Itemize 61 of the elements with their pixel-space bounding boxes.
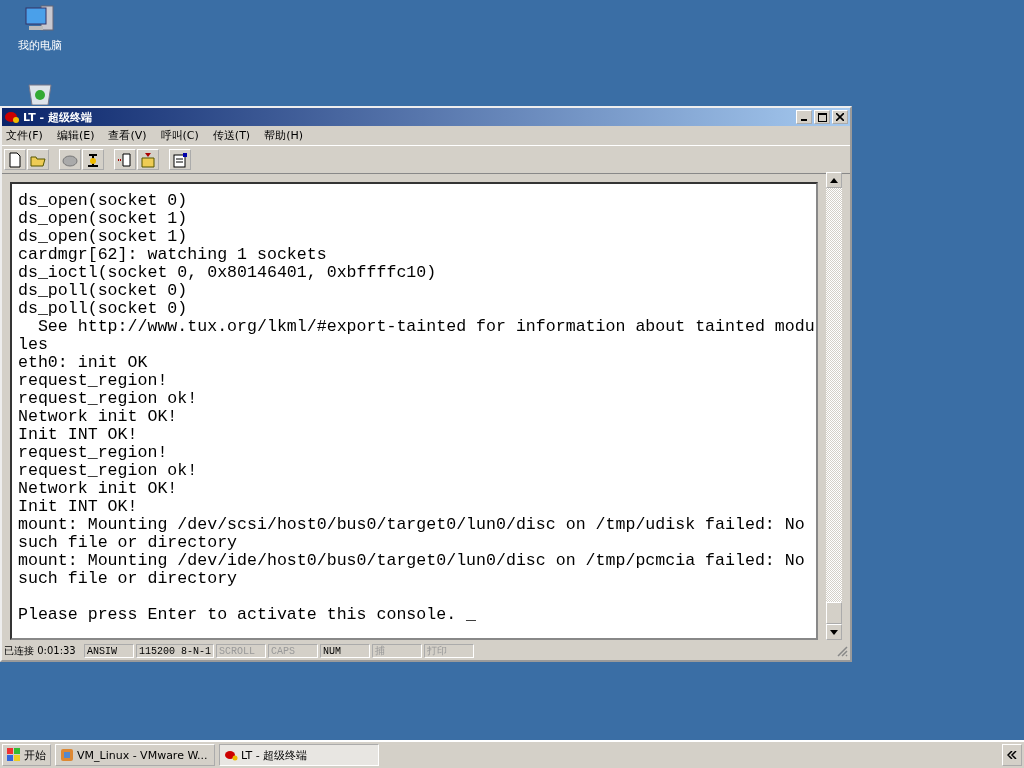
recycle-bin-icon[interactable] (25, 83, 55, 105)
terminal-line: Network init OK! (18, 480, 179, 498)
desktop-icon-label[interactable]: 我的电脑 (18, 38, 62, 53)
send-icon[interactable] (114, 149, 136, 170)
taskbar-button[interactable]: LT - 超级终端 (219, 744, 379, 766)
terminal-line: such file or directory (18, 534, 239, 552)
terminal-line: Init INT OK! (18, 498, 139, 516)
triangle-down-icon (830, 629, 838, 635)
terminal-line: request_region! (18, 372, 169, 390)
app-icon (60, 748, 74, 762)
menu-item[interactable]: 帮助(H) (264, 128, 303, 143)
close-button[interactable] (832, 110, 848, 124)
status-indicator: CAPS (268, 644, 318, 658)
scroll-down-button[interactable] (826, 624, 842, 640)
menu-item[interactable]: 查看(V) (108, 128, 147, 143)
terminal-line: ds_poll(socket 0) (18, 300, 189, 318)
minimize-button[interactable] (796, 110, 812, 124)
menu-item[interactable]: 传送(T) (212, 128, 251, 143)
scroll-up-button[interactable] (826, 172, 842, 188)
folder-icon[interactable] (27, 149, 49, 170)
taskbar-button[interactable]: VM_Linux - VMware W... (55, 744, 215, 766)
scroll-thumb[interactable] (826, 602, 842, 624)
show-hidden-icons-button[interactable] (1002, 744, 1022, 766)
terminal-line: les (18, 336, 49, 354)
start-button[interactable]: 开始 (2, 744, 51, 766)
maximize-button[interactable] (814, 110, 830, 124)
terminal-line: ds_open(socket 1) (18, 210, 189, 228)
terminal-line: request_region! (18, 444, 169, 462)
terminal-line: ds_open(socket 1) (18, 228, 189, 246)
vertical-scrollbar[interactable] (826, 172, 842, 640)
double-chevron-left-icon (1007, 751, 1017, 759)
terminal-line: request_region ok! (18, 462, 199, 480)
terminal-line: ds_ioctl(socket 0, 0x80146401, 0xbffffc10) (18, 264, 438, 282)
terminal-line: Please press Enter to activate this console. _ (18, 606, 478, 624)
resize-grip-icon[interactable] (836, 645, 848, 657)
status-indicator: SCROLL (216, 644, 266, 658)
close-icon (836, 113, 844, 121)
menu-item[interactable]: 文件(F) (6, 128, 43, 143)
terminal-line: Init INT OK! (18, 426, 139, 444)
menu-item[interactable]: 编辑(E) (56, 128, 95, 143)
terminal-line: mount: Mounting /dev/scsi/host0/bus0/target0/lun0/disc on /tmp/udisk failed: No (18, 516, 806, 534)
receive-icon[interactable] (137, 149, 159, 170)
menu-item[interactable]: 呼叫(C) (160, 128, 199, 143)
status-indicator: 115200 8-N-1 (136, 644, 214, 658)
terminal-line: request_region ok! (18, 390, 199, 408)
status-indicator: NUM (320, 644, 370, 658)
terminal-line: mount: Mounting /dev/ide/host0/bus0/target0/lun0/disc on /tmp/pcmcia failed: No (18, 552, 806, 570)
page-icon[interactable] (4, 149, 26, 170)
triangle-up-icon (830, 177, 838, 183)
terminal-line: ds_open(socket 0) (18, 192, 189, 210)
maximize-icon (817, 112, 827, 122)
terminal-line: such file or directory (18, 570, 239, 588)
status-indicator: ANSIW (84, 644, 134, 658)
terminal-line: eth0: init OK (18, 354, 149, 372)
properties-icon[interactable] (169, 149, 191, 170)
window-title: LT - 超级终端 (23, 109, 93, 125)
status-indicator: 已连接 0:01:33 (3, 644, 77, 658)
terminal-line: ds_poll(socket 0) (18, 282, 189, 300)
terminal-line: Network init OK! (18, 408, 179, 426)
windows-flag-icon (7, 748, 21, 762)
terminal-line: cardmgr[62]: watching 1 sockets (18, 246, 328, 264)
